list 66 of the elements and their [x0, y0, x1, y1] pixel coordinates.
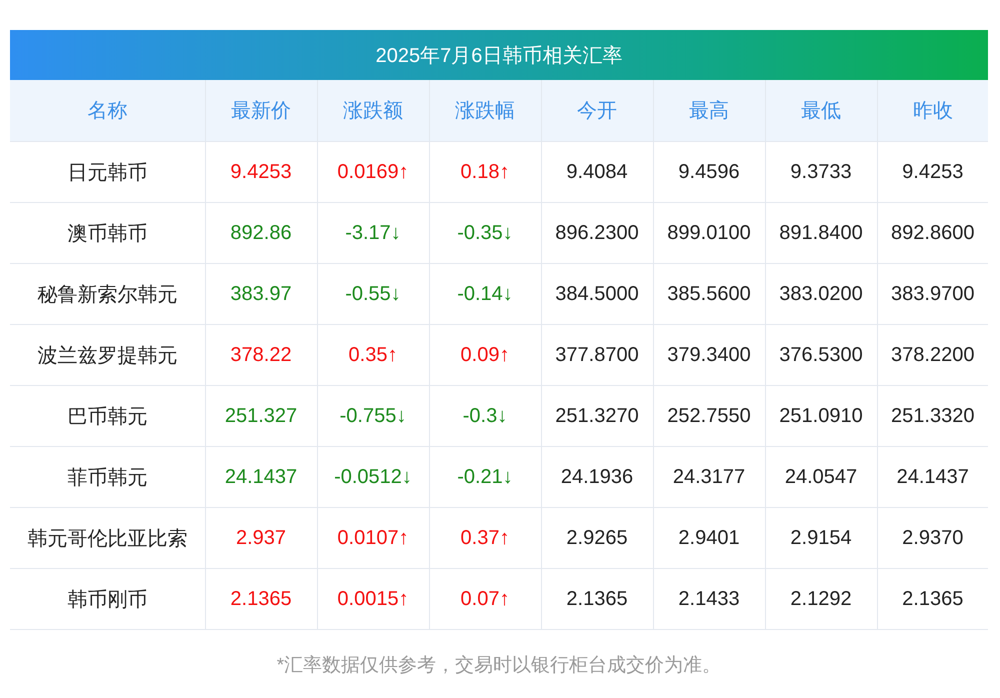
table-cell: 379.3400 [653, 324, 765, 386]
column-header: 最新价 [205, 80, 317, 142]
table-cell: 韩元哥伦比亚比索 [10, 508, 205, 568]
table-cell: 896.2300 [541, 202, 653, 264]
table-cell: 9.3733 [765, 142, 877, 202]
table-cell: 899.0100 [653, 202, 765, 264]
table-cell: 2.1365 [205, 568, 317, 630]
table-cell: -0.755↓ [317, 386, 429, 446]
table-cell: 0.09↑ [429, 324, 541, 386]
table-cell: 891.8400 [765, 202, 877, 264]
table-cell: 9.4253 [205, 142, 317, 202]
table-cell: 2.1292 [765, 568, 877, 630]
column-header: 今开 [541, 80, 653, 142]
column-header: 昨收 [877, 80, 988, 142]
table-cell: -0.14↓ [429, 264, 541, 324]
table-cell: 376.5300 [765, 324, 877, 386]
table-cell: 2.9401 [653, 508, 765, 568]
table-cell: 日元韩币 [10, 142, 205, 202]
disclaimer-note: *汇率数据仅供参考，交易时以银行柜台成交价为准。 [276, 654, 722, 678]
table-cell: 韩币刚币 [10, 568, 205, 630]
table-title: 2025年7月6日韩币相关汇率 [10, 30, 988, 80]
table-cell: -0.55↓ [317, 264, 429, 324]
table-cell: 384.5000 [541, 264, 653, 324]
table-cell: 252.7550 [653, 386, 765, 446]
table-cell: -0.0512↓ [317, 446, 429, 508]
table-cell: 385.5600 [653, 264, 765, 324]
table-cell: 0.0169↑ [317, 142, 429, 202]
column-header: 名称 [10, 80, 205, 142]
table-cell: 0.35↑ [317, 324, 429, 386]
table-cell: 2.1433 [653, 568, 765, 630]
table-cell: -0.3↓ [429, 386, 541, 446]
column-header: 涨跌额 [317, 80, 429, 142]
column-header: 涨跌幅 [429, 80, 541, 142]
table-cell: 378.22 [205, 324, 317, 386]
table-cell: 377.8700 [541, 324, 653, 386]
table-cell: 0.0015↑ [317, 568, 429, 630]
table-cell: 2.937 [205, 508, 317, 568]
table-cell: 2.9265 [541, 508, 653, 568]
table-cell: 巴币韩元 [10, 386, 205, 446]
table-cell: 251.327 [205, 386, 317, 446]
table-cell: -0.35↓ [429, 202, 541, 264]
table-cell: 0.37↑ [429, 508, 541, 568]
table-cell: -0.21↓ [429, 446, 541, 508]
table-cell: 菲币韩元 [10, 446, 205, 508]
column-header: 最高 [653, 80, 765, 142]
table-cell: 383.0200 [765, 264, 877, 324]
table-cell: 2.9154 [765, 508, 877, 568]
table-cell: 24.1437 [205, 446, 317, 508]
table-cell: 0.0107↑ [317, 508, 429, 568]
table-cell: 251.0910 [765, 386, 877, 446]
table-cell: 9.4596 [653, 142, 765, 202]
table-cell: 9.4084 [541, 142, 653, 202]
table-cell: -3.17↓ [317, 202, 429, 264]
table-cell: 波兰兹罗提韩元 [10, 324, 205, 386]
column-header: 最低 [765, 80, 877, 142]
table-cell: 383.97 [205, 264, 317, 324]
table-cell: 24.1936 [541, 446, 653, 508]
table-cell: 24.0547 [765, 446, 877, 508]
table-cell: 251.3270 [541, 386, 653, 446]
table-cell: 0.07↑ [429, 568, 541, 630]
table-cell: 0.18↑ [429, 142, 541, 202]
table-cell: 澳币韩币 [10, 202, 205, 264]
table-cell: 892.86 [205, 202, 317, 264]
table-cell: 24.3177 [653, 446, 765, 508]
table-cell: 秘鲁新索尔韩元 [10, 264, 205, 324]
table-cell: 2.1365 [541, 568, 653, 630]
